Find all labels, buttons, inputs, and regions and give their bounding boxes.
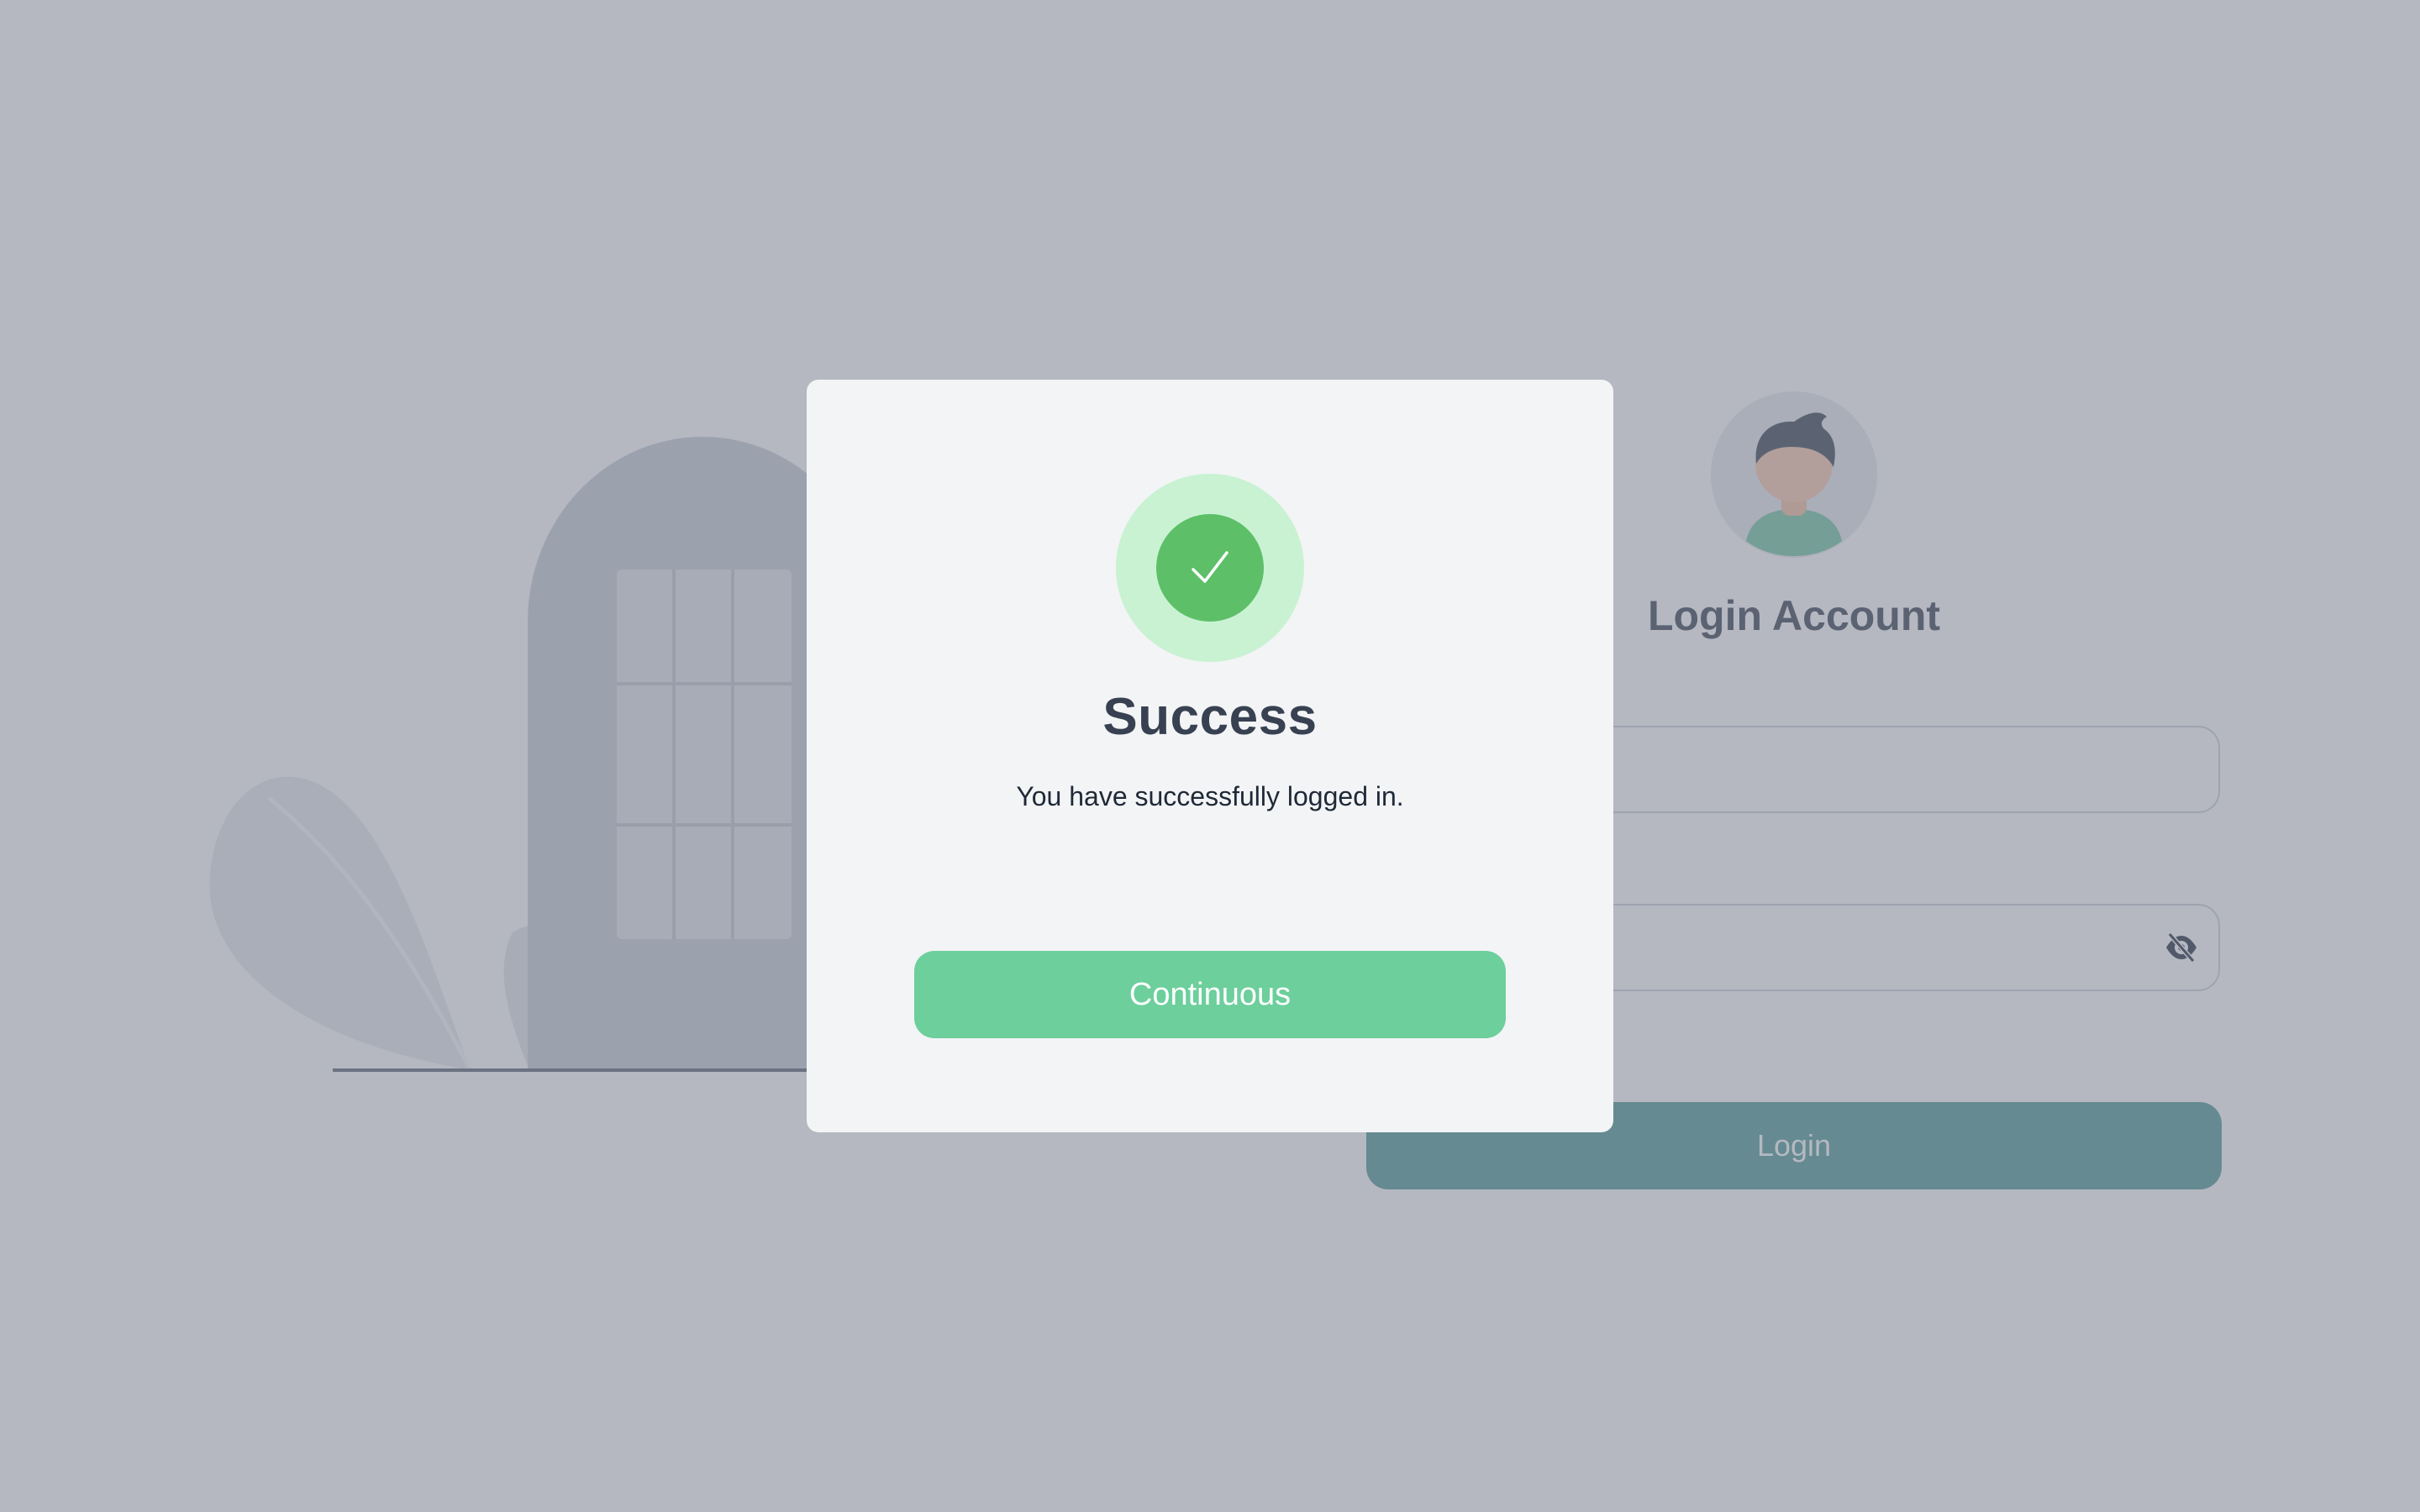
modal-title: Success [1102, 688, 1318, 746]
modal-message: You have successfully logged in. [1016, 781, 1404, 811]
checkmark-icon [1156, 514, 1264, 622]
success-modal: Success You have successfully logged in.… [807, 380, 1613, 1132]
success-icon-ring [1116, 474, 1304, 662]
continue-button[interactable]: Continuous [914, 951, 1506, 1038]
